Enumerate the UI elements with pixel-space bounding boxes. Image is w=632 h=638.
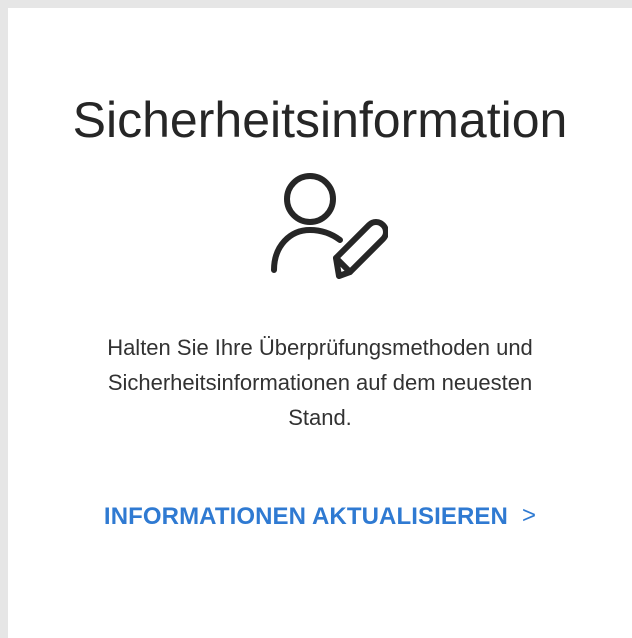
description-line-1: Halten Sie Ihre Überprüfungsmethoden und bbox=[107, 335, 533, 360]
update-information-link[interactable]: INFORMATIONEN AKTUALISIEREN > bbox=[8, 501, 632, 533]
user-edit-icon bbox=[262, 166, 389, 292]
description-line-3: Stand. bbox=[288, 405, 352, 430]
chevron-right-icon: > bbox=[521, 502, 537, 529]
description: Halten Sie Ihre Überprüfungsmethoden und… bbox=[28, 330, 612, 435]
security-info-card: Sicherheitsinformation Halten Sie Ihre Ü… bbox=[8, 8, 632, 638]
card-title: Sicherheitsinformation bbox=[72, 92, 568, 148]
description-line-2: Sicherheitsinformationen auf dem neueste… bbox=[107, 370, 533, 395]
update-information-label: INFORMATIONEN AKTUALISIEREN bbox=[103, 503, 508, 530]
